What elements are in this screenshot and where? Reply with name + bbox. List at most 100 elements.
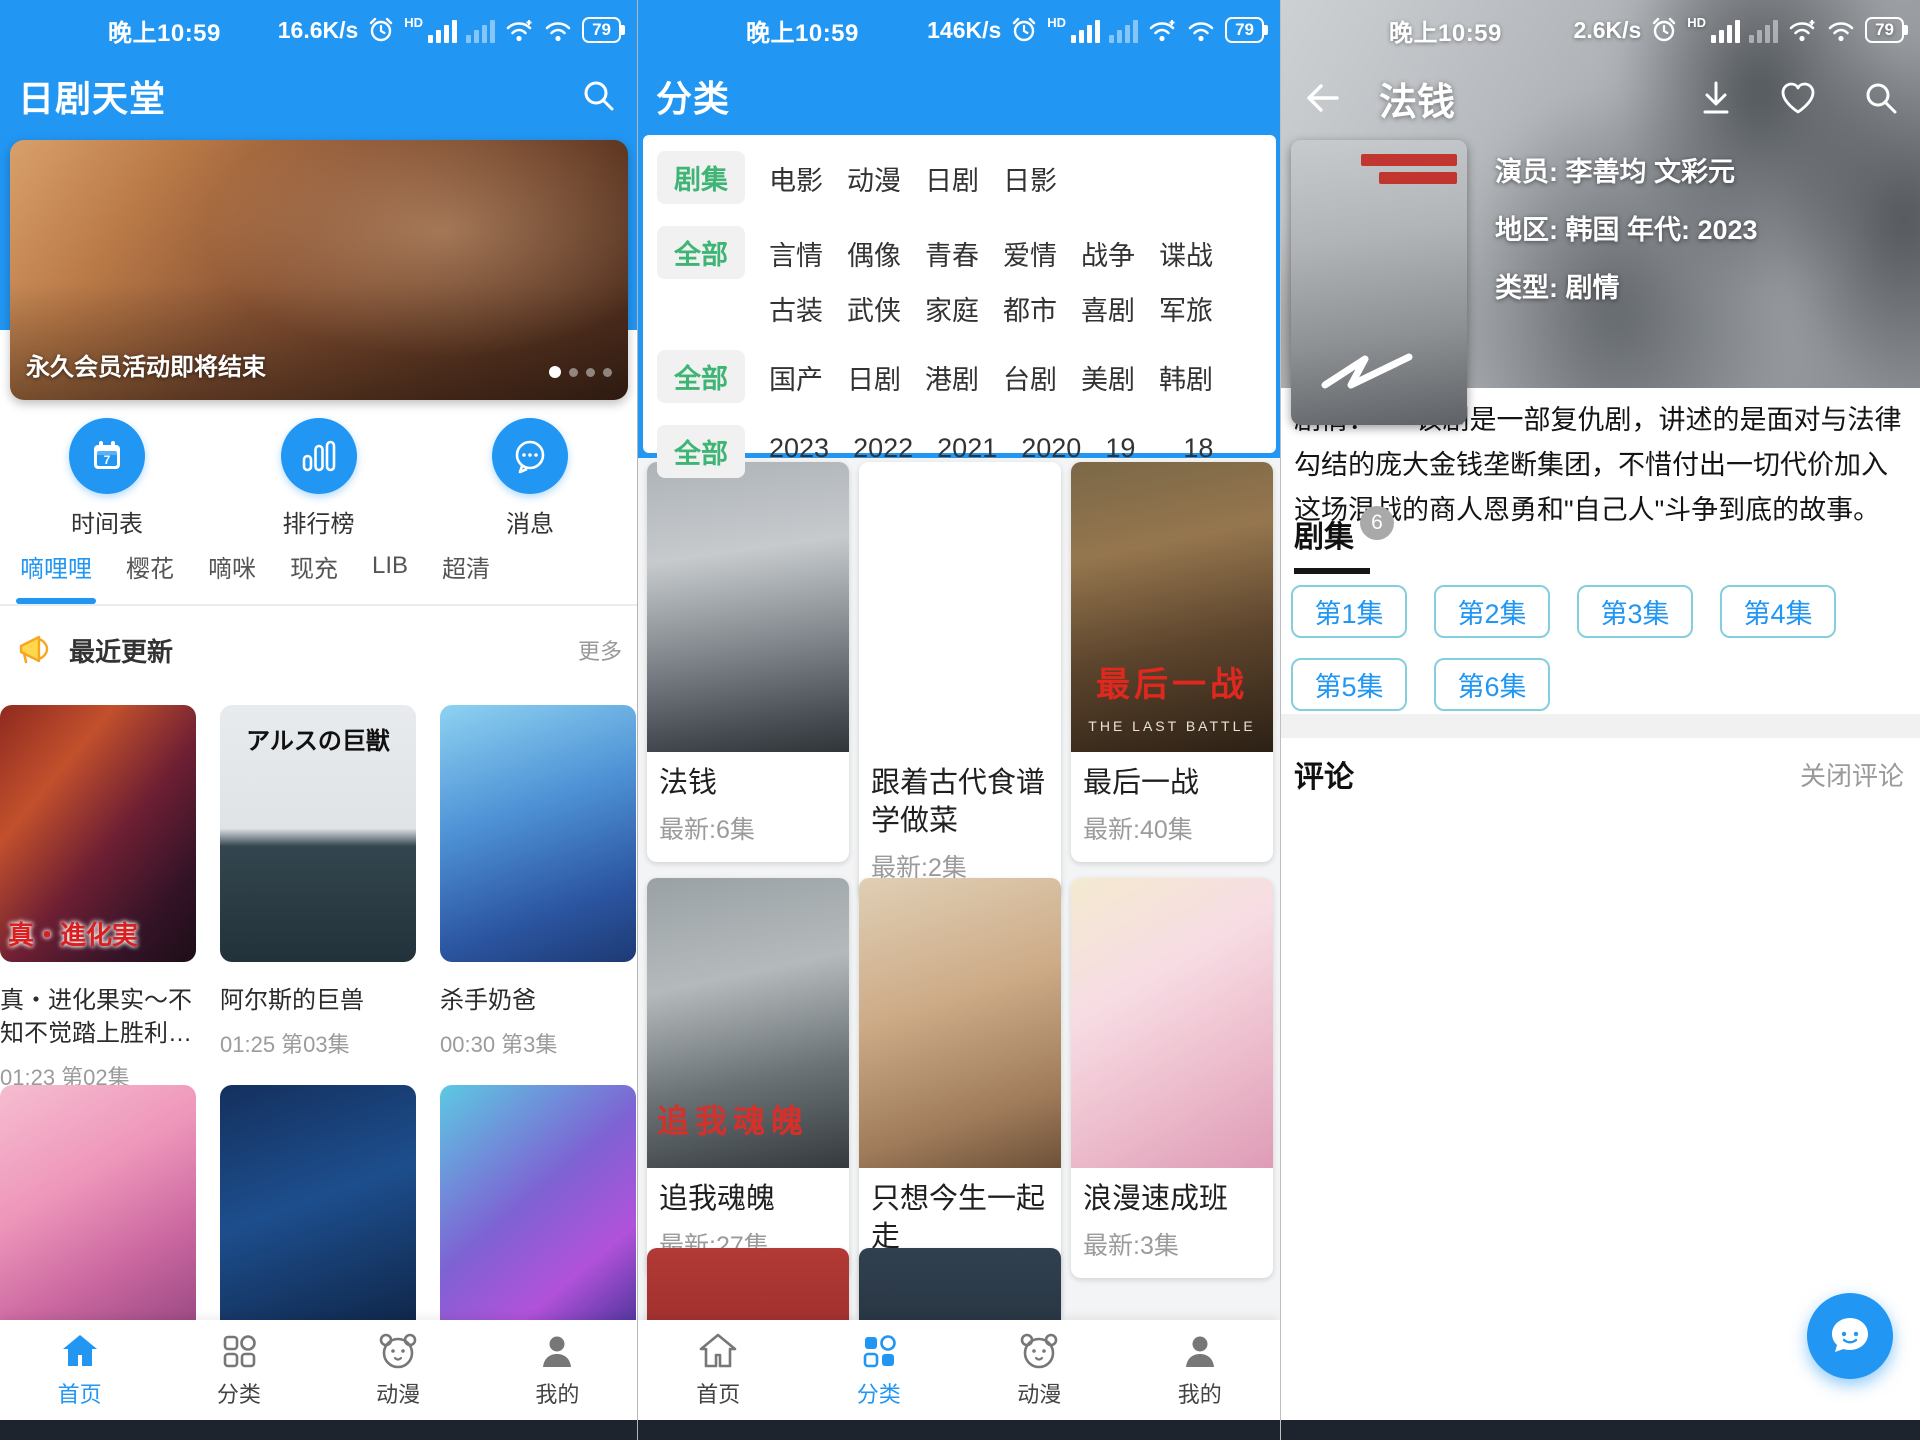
tab-lib[interactable]: LIB [372, 552, 408, 586]
filter-option[interactable]: 韩剧 [1159, 358, 1213, 397]
media-card[interactable] [440, 1085, 636, 1342]
media-card[interactable] [0, 1085, 196, 1342]
episode-button[interactable]: 第1集 [1291, 585, 1407, 638]
filter-option[interactable]: 日影 [1003, 159, 1057, 198]
filter-option[interactable]: 美剧 [1081, 358, 1135, 397]
download-icon[interactable] [1698, 79, 1734, 117]
status-icons: 2.6K/s HD 79 [1574, 16, 1904, 44]
media-card[interactable]: アルスの巨獣 阿尔斯的巨兽 01:25 第03集 [220, 705, 416, 1092]
home-icon [699, 1333, 737, 1368]
quick-action-schedule[interactable]: 7 时间表 [42, 418, 172, 539]
filter-option[interactable]: 18 [1183, 433, 1237, 464]
chat-fab-button[interactable] [1807, 1293, 1893, 1379]
filter-option[interactable]: 武侠 [847, 289, 901, 328]
network-speed: 146K/s [927, 16, 1002, 43]
filter-option[interactable]: 2020 [1021, 433, 1081, 464]
nav-anime[interactable]: 动漫 [319, 1320, 478, 1420]
filter-option[interactable]: 19 [1105, 433, 1159, 464]
filter-option[interactable]: 动漫 [847, 159, 901, 198]
heart-icon[interactable] [1778, 80, 1818, 116]
filter-panel: 剧集 电影 动漫 日剧 日影 全部 言情 偶像 青春 爱情 战争 谍战 古装 武… [643, 135, 1276, 478]
quick-action-label: 时间表 [71, 511, 143, 538]
filter-option[interactable]: 2023 [769, 433, 829, 464]
episode-button[interactable]: 第5集 [1291, 658, 1407, 711]
section-title: 最近更新 [69, 636, 174, 667]
battery-icon: 79 [1865, 16, 1904, 44]
nav-category[interactable]: 分类 [799, 1320, 960, 1420]
nav-home[interactable]: 首页 [638, 1320, 799, 1420]
filter-option[interactable]: 家庭 [925, 289, 979, 328]
filter-option[interactable]: 青春 [925, 234, 979, 273]
episode-button[interactable]: 第6集 [1434, 658, 1550, 711]
filter-chip-selected[interactable]: 全部 [657, 226, 745, 279]
alarm-clock-icon [370, 17, 393, 42]
filter-option[interactable]: 军旅 [1159, 289, 1213, 328]
media-card[interactable]: 杀手奶爸 00:30 第3集 [440, 705, 636, 1092]
filter-option[interactable]: 古装 [769, 289, 823, 328]
tab-dimi[interactable]: 嘀咪 [208, 549, 256, 590]
filter-option[interactable]: 谍战 [1159, 234, 1213, 273]
detail-info: 演员: 李善均 文彩元 地区: 韩国 年代: 2023 类型: 剧情 [1495, 150, 1758, 324]
calendar-icon: 7 [69, 418, 145, 494]
media-meta: 01:25 第03集 [220, 1032, 350, 1057]
media-title: 浪漫速成班 [1083, 1183, 1229, 1215]
media-card[interactable]: 最后一战 THE LAST BATTLE 最后一战 最新:40集 [1071, 462, 1273, 862]
hd-indicator: HD [1687, 14, 1707, 30]
search-icon[interactable] [1862, 79, 1900, 117]
promo-banner[interactable]: 永久会员活动即将结束 [10, 140, 628, 400]
detail-poster-image[interactable] [1291, 140, 1467, 425]
nav-mine[interactable]: 我的 [478, 1320, 637, 1420]
media-card[interactable]: 浪漫速成班 最新:3集 [1071, 878, 1273, 1278]
episode-button[interactable]: 第4集 [1720, 585, 1836, 638]
filter-option[interactable]: 2022 [853, 433, 913, 464]
filter-row-region: 全部 国产 日剧 港剧 台剧 美剧 韩剧 [657, 350, 1262, 403]
quick-actions: 7 时间表 排行榜 消息 [0, 418, 637, 539]
media-title: 杀手奶爸 [440, 987, 536, 1014]
media-card[interactable]: 追我魂魄 追我魂魄 最新:27集 [647, 878, 849, 1278]
bear-face-icon [1020, 1333, 1058, 1369]
media-card[interactable] [220, 1085, 416, 1342]
filter-option[interactable]: 2021 [937, 433, 997, 464]
category-grid-icon [863, 1335, 896, 1368]
filter-option[interactable]: 战争 [1081, 234, 1135, 273]
nav-category[interactable]: 分类 [159, 1320, 318, 1420]
nav-mine[interactable]: 我的 [1120, 1320, 1281, 1420]
quick-action-messages[interactable]: 消息 [465, 418, 595, 539]
filter-option[interactable]: 台剧 [1003, 358, 1057, 397]
tab-chaoqing[interactable]: 超清 [442, 549, 490, 590]
bar-chart-icon [280, 418, 357, 494]
filter-option[interactable]: 都市 [1003, 289, 1057, 328]
gesture-bar [0, 1420, 637, 1440]
filter-option[interactable]: 言情 [769, 234, 823, 273]
episode-button[interactable]: 第2集 [1434, 585, 1550, 638]
filter-chip-selected[interactable]: 剧集 [657, 151, 745, 204]
tab-xianchong[interactable]: 现充 [290, 549, 338, 590]
search-icon[interactable] [579, 76, 619, 116]
media-card[interactable]: 跟着古代食谱学做菜 最新:2集 [859, 462, 1061, 900]
filter-chip-selected[interactable]: 全部 [657, 350, 745, 403]
quick-action-label: 排行榜 [282, 511, 355, 538]
filter-option[interactable]: 喜剧 [1081, 289, 1135, 328]
back-arrow-icon[interactable] [1301, 80, 1341, 116]
bear-face-icon [379, 1333, 417, 1369]
more-link[interactable]: 更多 [578, 634, 622, 666]
filter-option[interactable]: 日剧 [847, 358, 901, 397]
filter-option[interactable]: 日剧 [925, 159, 979, 198]
tab-yinghua[interactable]: 樱花 [126, 549, 174, 590]
media-card[interactable]: 法钱 最新:6集 [647, 462, 849, 862]
filter-option[interactable]: 港剧 [925, 358, 979, 397]
episode-button[interactable]: 第3集 [1577, 585, 1693, 638]
episode-list: 第1集 第2集 第3集 第4集 第5集 第6集 [1291, 585, 1910, 711]
quick-action-rankings[interactable]: 排行榜 [254, 418, 384, 539]
filter-option[interactable]: 电影 [769, 159, 823, 198]
filter-option[interactable]: 国产 [769, 358, 823, 397]
nav-anime[interactable]: 动漫 [959, 1320, 1120, 1420]
filter-option[interactable]: 偶像 [847, 234, 901, 273]
filter-chip-selected[interactable]: 全部 [657, 425, 745, 478]
tab-dililli[interactable]: 嘀哩哩 [16, 549, 96, 604]
media-card[interactable]: 真・進化実 真・进化果实～不知不觉踏上胜利的人生～ 01:23 第02集 [0, 705, 196, 1092]
filter-option[interactable]: 爱情 [1003, 234, 1057, 273]
nav-home[interactable]: 首页 [0, 1320, 159, 1420]
media-meta: 最新:40集 [1083, 816, 1193, 844]
close-comments-link[interactable]: 关闭评论 [1800, 756, 1904, 793]
